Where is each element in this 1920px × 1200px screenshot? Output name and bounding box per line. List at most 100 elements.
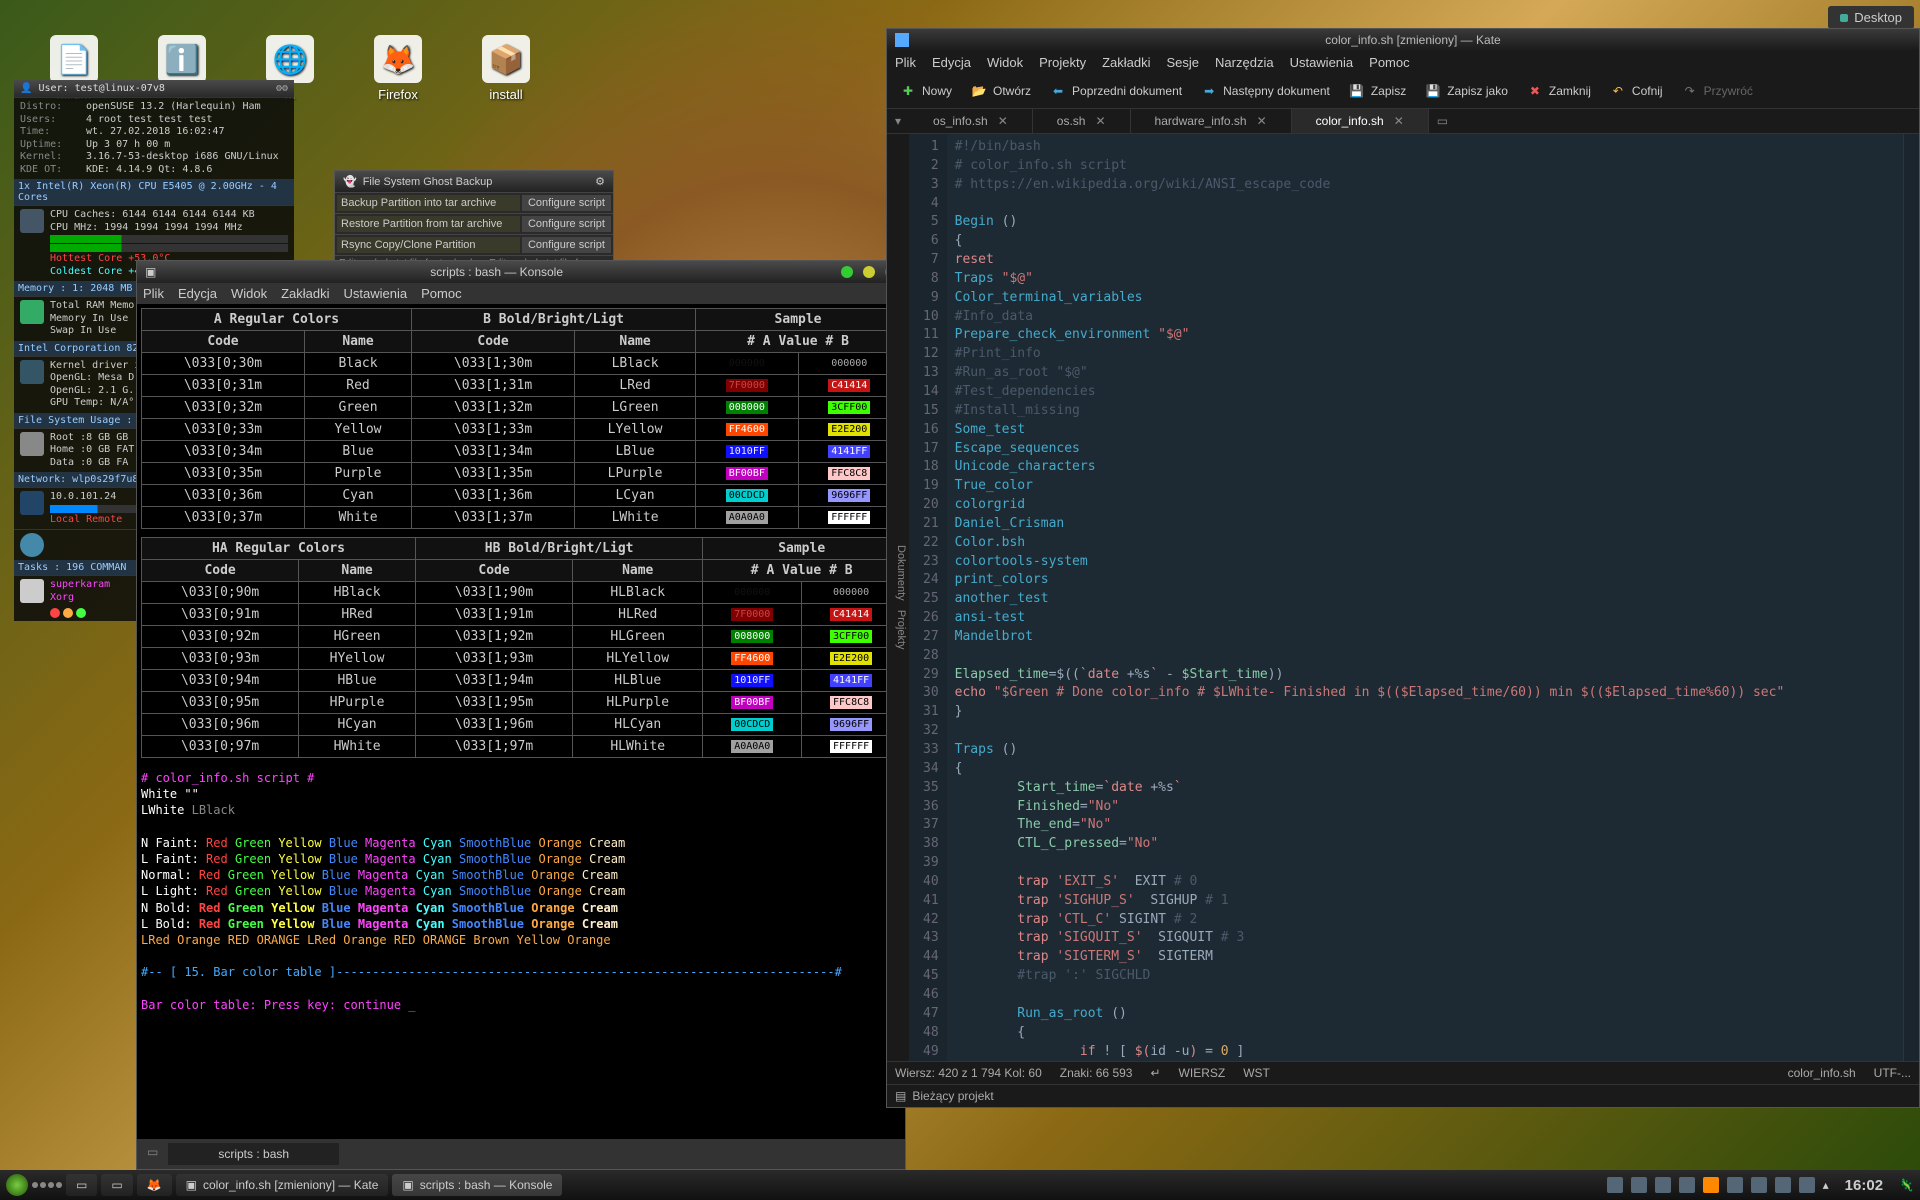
close-tab-icon[interactable]: ✕ xyxy=(1257,114,1267,128)
tray-icon[interactable] xyxy=(1607,1177,1623,1193)
close-icon[interactable]: ⚙ xyxy=(595,175,605,188)
menu-item[interactable]: Ustawienia xyxy=(344,286,408,301)
tray-icon[interactable] xyxy=(1799,1177,1815,1193)
line-gutter[interactable]: 1 2 3 4 5 6 7 8 9 10 11 12 13 14 15 16 1… xyxy=(909,134,947,1061)
sysmon-header[interactable]: 👤 User: test@linux-07v8 ⚙⚙ xyxy=(14,80,294,97)
zamknij-button[interactable]: ✖ Zamknij xyxy=(1522,80,1595,102)
wrap-icon[interactable]: ↵ xyxy=(1150,1066,1160,1080)
menu-item[interactable]: Widok xyxy=(231,286,267,301)
enc-label[interactable]: UTF-... xyxy=(1874,1066,1911,1080)
menu-item[interactable]: Sesje xyxy=(1167,55,1200,70)
start-button[interactable] xyxy=(6,1174,28,1196)
zapisz jako-button[interactable]: 💾 Zapisz jako xyxy=(1420,80,1512,102)
desktop-icon[interactable]: 📦 install xyxy=(482,35,530,102)
fs-backup-titlebar[interactable]: 👻 File System Ghost Backup ⚙ xyxy=(335,171,613,192)
cpu-title: 1x Intel(R) Xeon(R) CPU E5405 @ 2.00GHz … xyxy=(14,179,294,205)
activity-pager[interactable] xyxy=(32,1182,62,1188)
system-tray[interactable]: ▴ 16:02 🦎 xyxy=(1607,1177,1914,1194)
przywróć-button[interactable]: ↷ Przywróć xyxy=(1677,80,1757,102)
code-area[interactable]: #!/bin/bash # color_info.sh script # htt… xyxy=(947,134,1903,1061)
konsole-tabs[interactable]: ▭ scripts : bash xyxy=(137,1139,905,1169)
poprzedni dokument-button[interactable]: ⬅ Poprzedni dokument xyxy=(1045,80,1186,102)
tool-icon: 💾 xyxy=(1424,82,1442,100)
kate-titlebar[interactable]: color_info.sh [zmieniony] — Kate xyxy=(887,29,1919,51)
tab-overflow-icon[interactable]: ▭ xyxy=(1429,110,1456,132)
close-tab-icon[interactable]: ✕ xyxy=(1095,114,1105,128)
configure-button[interactable]: Configure script xyxy=(522,216,611,232)
insert-label[interactable]: WST xyxy=(1243,1066,1270,1080)
editor-tab[interactable]: hardware_info.sh ✕ xyxy=(1131,109,1292,133)
menu-item[interactable]: Zakładki xyxy=(281,286,329,301)
ram-icon xyxy=(20,300,44,324)
cofnij-button[interactable]: ↶ Cofnij xyxy=(1605,80,1667,102)
clock[interactable]: 16:02 xyxy=(1837,1177,1891,1194)
distro-value: openSUSE 13.2 (Harlequin) Ham xyxy=(86,101,261,114)
menu-item[interactable]: Pomoc xyxy=(1369,55,1409,70)
backup-action[interactable]: Restore Partition from tar archive xyxy=(337,216,520,232)
tray-icon[interactable] xyxy=(1631,1177,1647,1193)
close-tab-icon[interactable]: ✕ xyxy=(998,114,1008,128)
tray-icon[interactable] xyxy=(1775,1177,1791,1193)
kate-window[interactable]: color_info.sh [zmieniony] — Kate Plik Edy… xyxy=(886,28,1920,1108)
backup-action[interactable]: Backup Partition into tar archive xyxy=(337,195,520,211)
kate-tabs[interactable]: ▾ os_info.sh ✕ os.sh ✕ hardware_info.sh … xyxy=(887,109,1919,134)
tray-icon[interactable] xyxy=(1703,1177,1719,1193)
taskbar[interactable]: ▭ ▭ 🦊 ▣ color_info.sh [zmieniony] — Kate… xyxy=(0,1170,1920,1200)
tray-icon[interactable] xyxy=(1655,1177,1671,1193)
tab-list-icon[interactable]: ▾ xyxy=(887,110,909,132)
mode-label[interactable]: WIERSZ xyxy=(1179,1066,1226,1080)
firefox-launcher[interactable]: 🦊 xyxy=(137,1174,172,1196)
editor-tab[interactable]: os_info.sh ✕ xyxy=(909,109,1033,133)
tray-icon[interactable] xyxy=(1679,1177,1695,1193)
konsole-titlebar[interactable]: ▣ scripts : bash — Konsole xyxy=(137,261,905,283)
minimap[interactable] xyxy=(1903,134,1919,1061)
otwórz-button[interactable]: 📂 Otwórz xyxy=(966,80,1035,102)
minimize-icon[interactable] xyxy=(841,266,853,278)
menu-item[interactable]: Plik xyxy=(895,55,916,70)
configure-button[interactable]: Configure script xyxy=(522,195,611,211)
zapisz-button[interactable]: 💾 Zapisz xyxy=(1344,80,1410,102)
menu-item[interactable]: Plik xyxy=(143,286,164,301)
następny dokument-button[interactable]: ➡ Następny dokument xyxy=(1196,80,1334,102)
tray-icon[interactable] xyxy=(1751,1177,1767,1193)
menu-item[interactable]: Pomoc xyxy=(421,286,461,301)
show-desktop-button[interactable]: ▭ xyxy=(101,1174,132,1196)
show-desktop-button[interactable]: Desktop xyxy=(1828,6,1914,29)
menu-item[interactable]: Zakładki xyxy=(1102,55,1150,70)
disk-icon xyxy=(20,432,44,456)
terminal-output[interactable]: A Regular ColorsB Bold/Bright/LigtSample… xyxy=(137,304,905,1139)
backup-action[interactable]: Rsync Copy/Clone Partition xyxy=(337,237,520,253)
kate-editor[interactable]: 1 2 3 4 5 6 7 8 9 10 11 12 13 14 15 16 1… xyxy=(909,134,1919,1061)
editor-tab[interactable]: os.sh ✕ xyxy=(1033,109,1131,133)
menu-item[interactable]: Widok xyxy=(987,55,1023,70)
konsole-window[interactable]: ▣ scripts : bash — Konsole Plik Edycja Wid… xyxy=(136,260,906,1170)
konsole-menubar[interactable]: Plik Edycja Widok Zakładki Ustawienia Pomoc xyxy=(137,283,905,304)
nowy-button[interactable]: ✚ Nowy xyxy=(895,80,956,102)
new-tab-icon[interactable]: ▭ xyxy=(141,1143,164,1165)
konsole-tab[interactable]: scripts : bash xyxy=(168,1143,339,1165)
task-button[interactable]: ▣ color_info.sh [zmieniony] — Kate xyxy=(176,1174,389,1196)
configure-button[interactable]: Configure script xyxy=(522,237,611,253)
settings-icon[interactable]: ⚙⚙ xyxy=(276,83,288,94)
maximize-icon[interactable] xyxy=(863,266,875,278)
pager[interactable]: ▭ xyxy=(66,1174,97,1196)
task-button[interactable]: ▣ scripts : bash — Konsole xyxy=(392,1174,562,1196)
tray-expand-icon[interactable]: ▴ xyxy=(1823,1178,1829,1192)
menu-item[interactable]: Narzędzia xyxy=(1215,55,1274,70)
kate-side-docs[interactable]: Dokumenty Projekty xyxy=(887,134,909,1061)
tray-icon[interactable] xyxy=(1727,1177,1743,1193)
desktop-icon[interactable]: 🦊 Firefox xyxy=(374,35,422,102)
menu-item[interactable]: Ustawienia xyxy=(1290,55,1354,70)
menu-item[interactable]: Edycja xyxy=(932,55,971,70)
app-icon: 🦊 xyxy=(374,35,422,83)
kde-value: KDE: 4.14.9 Qt: 4.8.6 xyxy=(86,164,212,177)
kate-footer[interactable]: ▤ Bieżący projekt xyxy=(887,1084,1919,1107)
menu-item[interactable]: Edycja xyxy=(178,286,217,301)
editor-tab[interactable]: color_info.sh ✕ xyxy=(1292,109,1429,133)
kate-menubar[interactable]: Plik Edycja Widok Projekty Zakładki Sesje Narz… xyxy=(887,51,1919,74)
menu-item[interactable]: Projekty xyxy=(1039,55,1086,70)
opensuse-icon[interactable]: 🦎 xyxy=(1899,1178,1914,1192)
cpu-icon xyxy=(20,209,44,233)
close-tab-icon[interactable]: ✕ xyxy=(1394,114,1404,128)
kate-toolbar[interactable]: ✚ Nowy 📂 Otwórz ⬅ Poprzedni dokument ➡ N… xyxy=(887,74,1919,109)
